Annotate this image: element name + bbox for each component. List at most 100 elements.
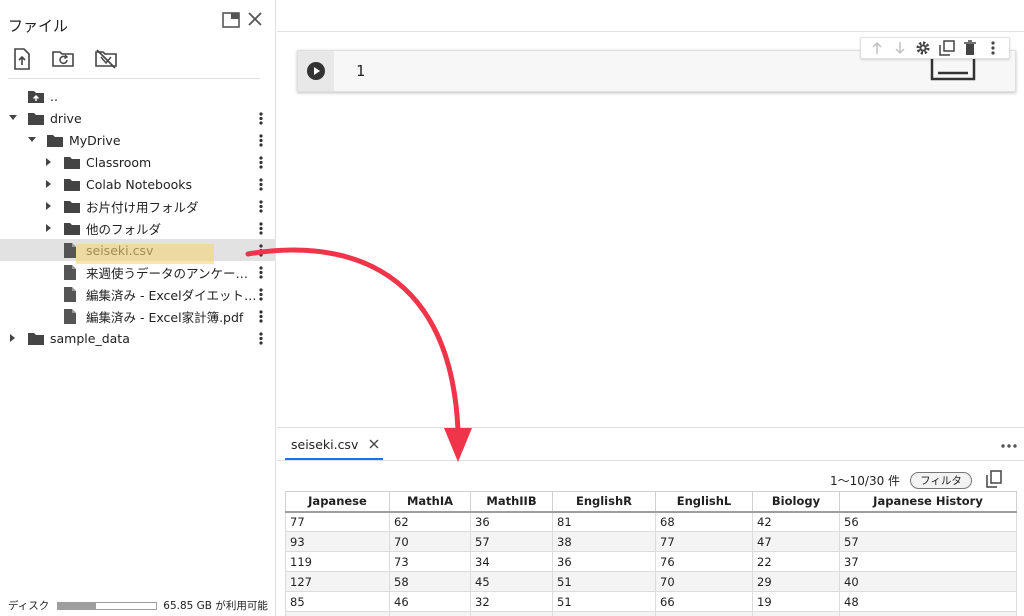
table-cell: 56 [839, 511, 1017, 532]
delete-icon[interactable] [962, 40, 978, 56]
cell-code[interactable]: 1 [356, 62, 365, 80]
more-vert-icon[interactable] [259, 244, 267, 257]
more-vert-icon[interactable] [259, 178, 267, 191]
folder-item[interactable]: お片付け用フォルダ [0, 195, 276, 217]
table-cell: 46 [389, 591, 471, 612]
more-vert-icon[interactable] [259, 112, 267, 125]
sidebar-title: ファイル [8, 17, 69, 35]
table-body: 77 62 36 81 68 42 56 93 70 57 38 77 47 57 119 73 34 36 76 2… [285, 511, 1017, 616]
csv-table: Japanese MathIA MathIIB EnglishR EnglishL Bio… [285, 491, 1017, 616]
caret-spacer [44, 245, 54, 255]
table-row: 85 46 32 51 66 19 48 [285, 591, 1017, 612]
copy-icon[interactable] [986, 470, 1002, 488]
chevron-right-icon[interactable] [44, 179, 54, 189]
more-vert-icon[interactable] [259, 222, 267, 235]
table-cell: 32 [470, 591, 553, 612]
tree-item-label: 他のフォルダ [86, 221, 162, 237]
tree-item-label: 編集済み - Excelダイエット… [86, 287, 257, 303]
chevron-right-icon[interactable] [44, 223, 54, 233]
dock-window-icon[interactable] [222, 12, 240, 28]
more-vert-icon[interactable] [259, 266, 267, 279]
chevron-down-icon[interactable] [27, 135, 37, 145]
file-item[interactable]: 来週使うデータのアンケー… [0, 261, 276, 283]
move-up-icon[interactable] [869, 40, 885, 56]
more-horiz-icon[interactable] [1000, 436, 1018, 448]
more-vert-icon[interactable] [259, 134, 267, 147]
column-header[interactable]: MathIIB [470, 491, 553, 513]
chevron-right-icon[interactable] [44, 157, 54, 167]
disk-free-text: 65.85 GB が利用可能 [163, 600, 268, 612]
column-header[interactable]: EnglishL [655, 491, 753, 513]
table-cell: 40 [839, 571, 1017, 592]
close-icon[interactable] [368, 438, 380, 450]
table-cell: 19 [752, 591, 840, 612]
tree-item-label: お片付け用フォルダ [86, 199, 199, 215]
close-icon[interactable] [246, 10, 264, 28]
table-cell: 51 [552, 591, 656, 612]
folder-item[interactable]: .. [0, 85, 276, 107]
main-top-divider [277, 31, 1024, 32]
folder-item[interactable]: drive [0, 107, 276, 129]
chevron-down-icon[interactable] [8, 113, 18, 123]
table-cell: 73 [389, 551, 471, 572]
more-vert-icon[interactable] [985, 40, 1001, 56]
mirror-cell-icon[interactable] [938, 40, 955, 56]
folder-item[interactable]: MyDrive [0, 129, 276, 151]
file-item[interactable]: 編集済み - Excel家計簿.pdf [0, 305, 276, 327]
table-cell: 32 [752, 611, 840, 616]
caret-spacer [44, 289, 54, 299]
folder-item[interactable]: Classroom [0, 151, 276, 173]
chevron-right-icon[interactable] [44, 201, 54, 211]
tab-label: seiseki.csv [291, 436, 359, 452]
column-header[interactable]: EnglishR [552, 491, 656, 513]
gear-icon[interactable] [915, 40, 931, 56]
cell-toolbar [860, 37, 1010, 59]
move-down-icon[interactable] [892, 40, 908, 56]
column-header[interactable]: MathIA [389, 491, 471, 513]
more-vert-icon[interactable] [259, 200, 267, 213]
file-item[interactable]: 編集済み - Excelダイエット… [0, 283, 276, 305]
table-row: 119 73 34 36 76 22 37 [285, 551, 1017, 572]
table-row: 101775339733233 [285, 611, 1017, 616]
file-icon [64, 308, 80, 324]
selection-marker-highlight [76, 244, 214, 264]
table-cell: 47 [752, 531, 840, 552]
folder-icon [64, 199, 80, 213]
column-header[interactable]: Japanese History [839, 491, 1017, 513]
folder-item[interactable]: Colab Notebooks [0, 173, 276, 195]
chevron-right-icon[interactable] [8, 333, 18, 343]
table-cell: 101 [285, 611, 390, 616]
table-cell: 119 [285, 551, 390, 572]
unmount-drive-icon[interactable] [94, 46, 118, 72]
tab-seiseki-csv[interactable]: seiseki.csv [285, 430, 383, 460]
disk-usage-fill [58, 602, 96, 609]
caret-spacer [8, 91, 18, 101]
table-cell: 58 [389, 571, 471, 592]
column-header[interactable]: Biology [752, 491, 840, 513]
folder-item[interactable]: sample_data [0, 327, 276, 349]
caret-spacer [44, 311, 54, 321]
more-vert-icon[interactable] [259, 310, 267, 323]
more-vert-icon[interactable] [259, 332, 267, 345]
upload-file-icon[interactable] [10, 46, 34, 72]
table-cell: 73 [655, 611, 753, 616]
filter-button[interactable]: フィルタ [910, 472, 972, 489]
table-cell: 77 [285, 511, 390, 532]
column-header[interactable]: Japanese [285, 491, 390, 513]
file-tree: .. drive MyDrive Classroom Colab Notebooks お片… [0, 85, 276, 349]
more-vert-icon[interactable] [259, 156, 267, 169]
tree-item-label: 来週使うデータのアンケー… [86, 265, 249, 281]
table-cell: 42 [752, 511, 840, 532]
run-cell-icon[interactable] [306, 61, 326, 81]
more-vert-icon[interactable] [259, 288, 267, 301]
table-cell: 39 [552, 611, 656, 616]
table-cell: 34 [470, 551, 553, 572]
table-cell: 22 [752, 551, 840, 572]
table-row: 77 62 36 81 68 42 56 [285, 511, 1017, 532]
table-cell: 38 [552, 531, 656, 552]
keyboard-icon [930, 57, 976, 83]
tree-item-label: MyDrive [69, 132, 121, 148]
disk-label: ディスク [8, 600, 50, 612]
refresh-folder-icon[interactable] [52, 46, 76, 72]
folder-item[interactable]: 他のフォルダ [0, 217, 276, 239]
